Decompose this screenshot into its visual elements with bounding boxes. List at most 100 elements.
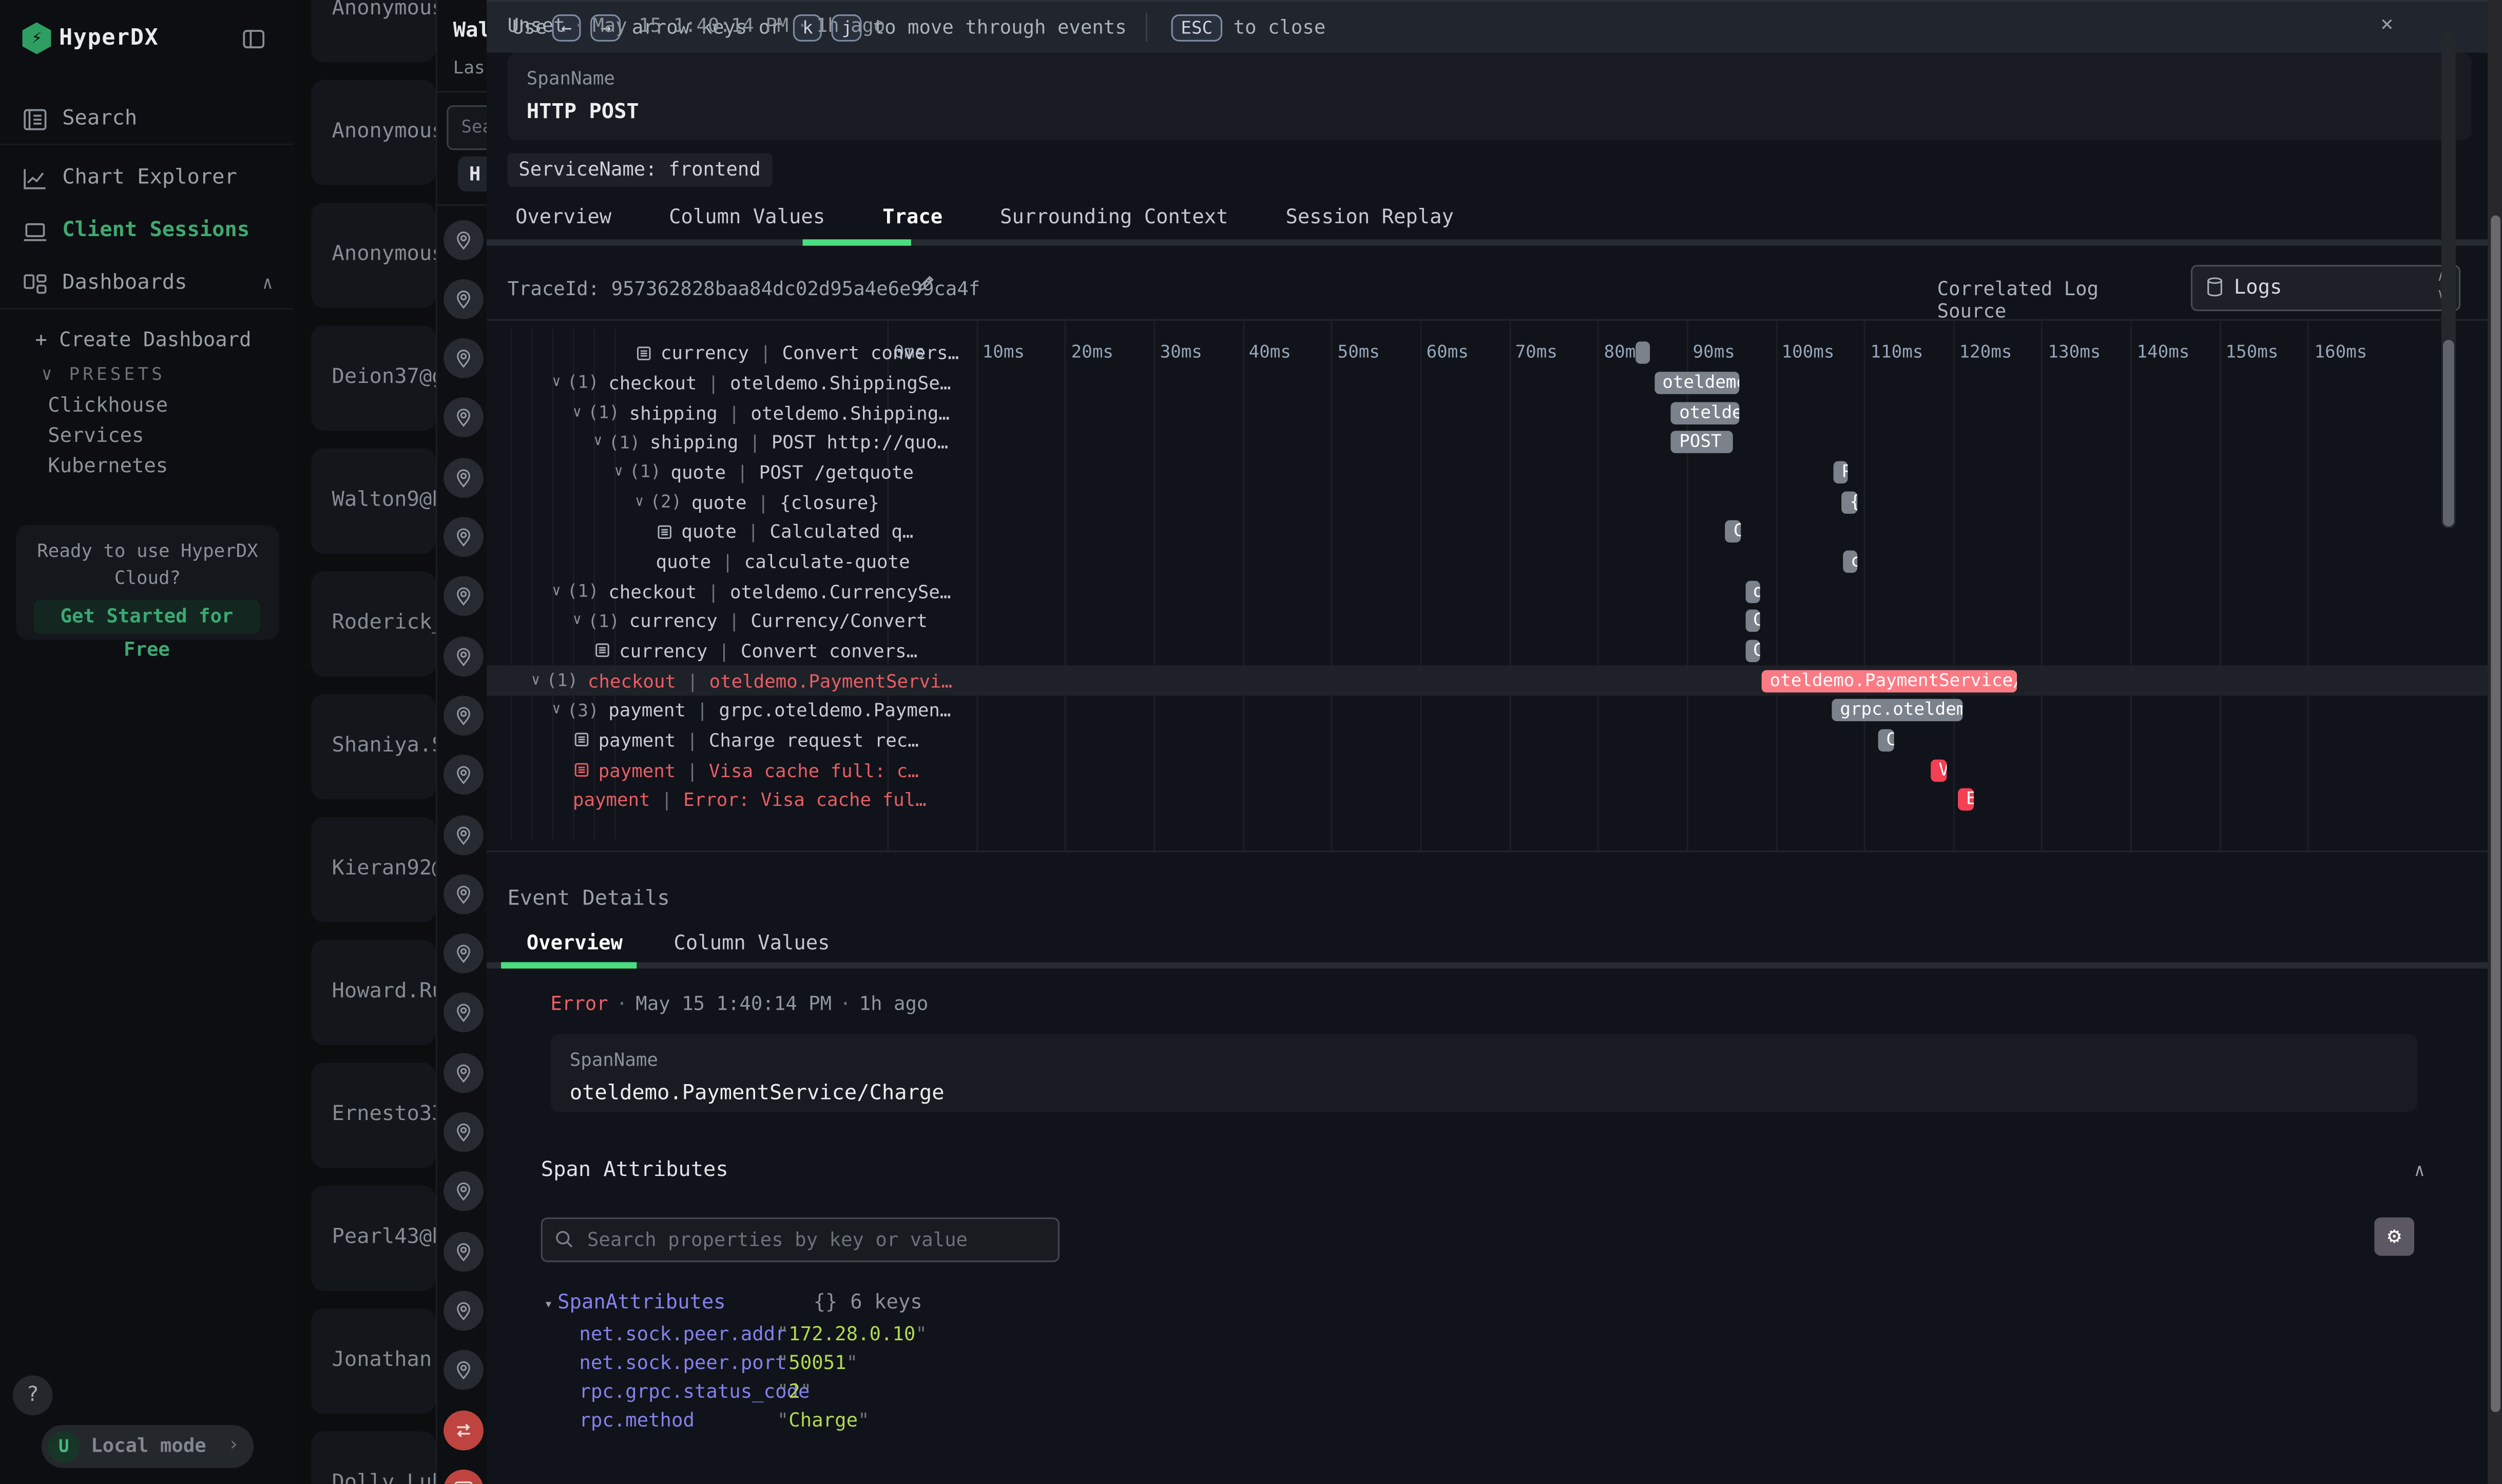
help-button[interactable]: ? [13,1375,53,1415]
span-duration-bar[interactable]: POST ht [1671,431,1734,454]
sidebar-item-dashboards[interactable]: Dashboards∧ [0,257,295,310]
event-badge-location-pin-icon[interactable] [443,338,483,378]
span-attributes-root[interactable]: ▾SpanAttributes{}6 keys [544,1289,922,1314]
local-mode-button[interactable]: U Local mode › [42,1425,254,1468]
trace-span-row[interactable]: ∨(1)checkout | oteldemo.ShippingSe… [487,368,2488,398]
span-duration-bar[interactable]: grpc.oteldemo. [1832,699,1962,722]
session-list-item[interactable]: Dolly.Lubo [311,1431,435,1484]
event-badge-location-pin-icon[interactable] [443,636,483,676]
session-list-item[interactable]: Anonymous [311,0,435,62]
tab-trace[interactable]: Trace [882,204,942,239]
presets-header[interactable]: ∨ PRESETS [42,364,165,384]
span-duration-bar[interactable]: V [1931,759,1947,781]
event-badge-terminal-icon[interactable] [443,1469,483,1484]
session-list-item[interactable]: Pearl43@ho [311,1186,435,1291]
event-badge-location-pin-icon[interactable] [443,993,483,1033]
session-list-item[interactable]: Ernesto33@ [311,1063,435,1168]
events-search-fragment[interactable]: Sea [447,105,488,150]
create-dashboard-button[interactable]: + Create Dashboard [35,327,251,351]
event-badge-location-pin-icon[interactable] [443,1290,483,1331]
preset-services[interactable]: Services [48,423,144,447]
event-badge-location-pin-icon[interactable] [443,219,483,259]
session-list-item[interactable]: Kieran92@h [311,817,435,922]
trace-span-row[interactable]: ∨(2)quote | {closure} [487,487,2488,517]
event-badge-location-pin-icon[interactable] [443,874,483,914]
trace-span-row[interactable]: payment | Error: Visa cache ful… [487,785,2488,815]
get-started-button[interactable]: Get Started for Free [33,600,260,633]
event-badge-location-pin-icon[interactable] [443,696,483,736]
event-badge-location-pin-icon[interactable] [443,1053,483,1093]
trace-span-row[interactable]: ∨(1)checkout | oteldemo.CurrencySe… [487,576,2488,606]
tab-column-values[interactable]: Column Values [669,204,825,239]
event-badge-location-pin-icon[interactable] [443,1350,483,1390]
event-badge-location-pin-icon[interactable] [443,815,483,855]
tab-surrounding-context[interactable]: Surrounding Context [1000,204,1228,239]
event-badge-location-pin-icon[interactable] [443,279,483,319]
span-duration-bar[interactable]: { [1842,491,1857,513]
event-badge-location-pin-icon[interactable] [443,517,483,557]
span-duration-bar[interactable]: E [1958,788,1974,811]
session-list-item[interactable]: Anonymous [311,80,435,185]
session-list-item[interactable]: Roderick_S [311,571,435,677]
edit-trace-icon[interactable] [914,273,937,296]
page-scrollbar-thumb[interactable] [2490,216,2500,1412]
span-duration-bar[interactable] [1636,342,1650,364]
event-tab-column-values[interactable]: Column Values [673,930,830,954]
span-duration-bar[interactable]: C [1745,640,1760,662]
sidebar-item-chart-explorer[interactable]: Chart Explorer [0,151,295,204]
sidebar-collapse-icon[interactable] [241,27,266,51]
sidebar-item-client-sessions[interactable]: Client Sessions [0,204,295,257]
event-tab-overview[interactable]: Overview [527,930,623,954]
event-badge-location-pin-icon[interactable] [443,755,483,795]
trace-span-row[interactable]: currency | Convert convers… [487,338,2488,368]
trace-span-row[interactable]: ∨(3)payment | grpc.oteldemo.Paymen… [487,696,2488,725]
gear-icon[interactable]: ⚙ [2374,1218,2414,1256]
session-list-item[interactable]: Deion37@gm [311,325,435,431]
event-badge-location-pin-icon[interactable] [443,1231,483,1271]
tab-overview[interactable]: Overview [515,204,611,239]
attribute-row[interactable]: net.sock.peer.port"50051" [579,1352,858,1374]
preset-clickhouse[interactable]: Clickhouse [48,393,168,417]
preset-kubernetes[interactable]: Kubernetes [48,453,168,477]
trace-span-row[interactable]: quote | calculate-quote [487,547,2488,576]
span-duration-bar[interactable]: oteldemo. [1654,372,1740,394]
session-list-item[interactable]: Anonymous [311,203,435,308]
attribute-row[interactable]: rpc.method"Charge" [579,1409,869,1432]
sidebar-item-search[interactable]: Search [0,92,295,145]
waterfall-scrollbar-thumb[interactable] [2443,340,2454,527]
attribute-row[interactable]: net.sock.peer.addr"172.28.0.10" [579,1323,927,1345]
span-duration-bar[interactable]: C [1878,729,1893,751]
session-list-item[interactable]: Howard.Rur [311,940,435,1045]
close-icon[interactable]: ✕ [2381,13,2393,37]
span-duration-bar[interactable]: C [1725,521,1741,543]
span-duration-bar[interactable]: o [1745,580,1760,603]
event-badge-location-pin-icon[interactable] [443,1172,483,1212]
trace-span-row[interactable]: payment | Charge request rec… [487,725,2488,755]
span-duration-bar[interactable]: C [1745,610,1760,632]
trace-span-row[interactable]: ∨(1)checkout | oteldemo.PaymentServi… [487,666,2488,696]
trace-span-row[interactable]: ∨(1)quote | POST /getquote [487,457,2488,487]
attributes-search-input[interactable] [584,1219,1053,1261]
trace-span-row[interactable]: currency | Convert convers… [487,636,2488,666]
attribute-row[interactable]: rpc.grpc.status_code"2" [579,1380,812,1403]
session-list-item[interactable]: Shaniya.Sc [311,694,435,799]
highlighted-button-fragment[interactable]: H [458,157,488,191]
event-badge-location-pin-icon[interactable] [443,457,483,497]
event-badge-location-pin-icon[interactable] [443,1112,483,1152]
tab-session-replay[interactable]: Session Replay [1285,204,1454,239]
trace-span-row[interactable]: ∨(1)currency | Currency/Convert [487,606,2488,636]
trace-span-row[interactable]: ∨(1)shipping | oteldemo.Shipping… [487,398,2488,428]
service-name-badge[interactable]: ServiceName: frontend [507,153,772,186]
span-duration-bar[interactable]: c [1843,550,1857,573]
event-badge-location-pin-icon[interactable] [443,934,483,974]
event-badge-location-pin-icon[interactable] [443,398,483,438]
span-duration-bar[interactable]: P [1834,461,1848,484]
event-badge-swap-arrows-icon[interactable] [443,1410,483,1450]
collapse-section-icon[interactable]: ∧ [2414,1160,2425,1181]
session-list-item[interactable]: Jonathan.B [311,1308,435,1414]
span-duration-bar[interactable]: oteldemo.PaymentService/Char [1762,669,2017,692]
trace-span-row[interactable]: payment | Visa cache full: c… [487,755,2488,785]
trace-span-row[interactable]: quote | Calculated q… [487,517,2488,547]
event-badge-location-pin-icon[interactable] [443,576,483,616]
span-duration-bar[interactable]: oteldemo [1671,401,1740,424]
